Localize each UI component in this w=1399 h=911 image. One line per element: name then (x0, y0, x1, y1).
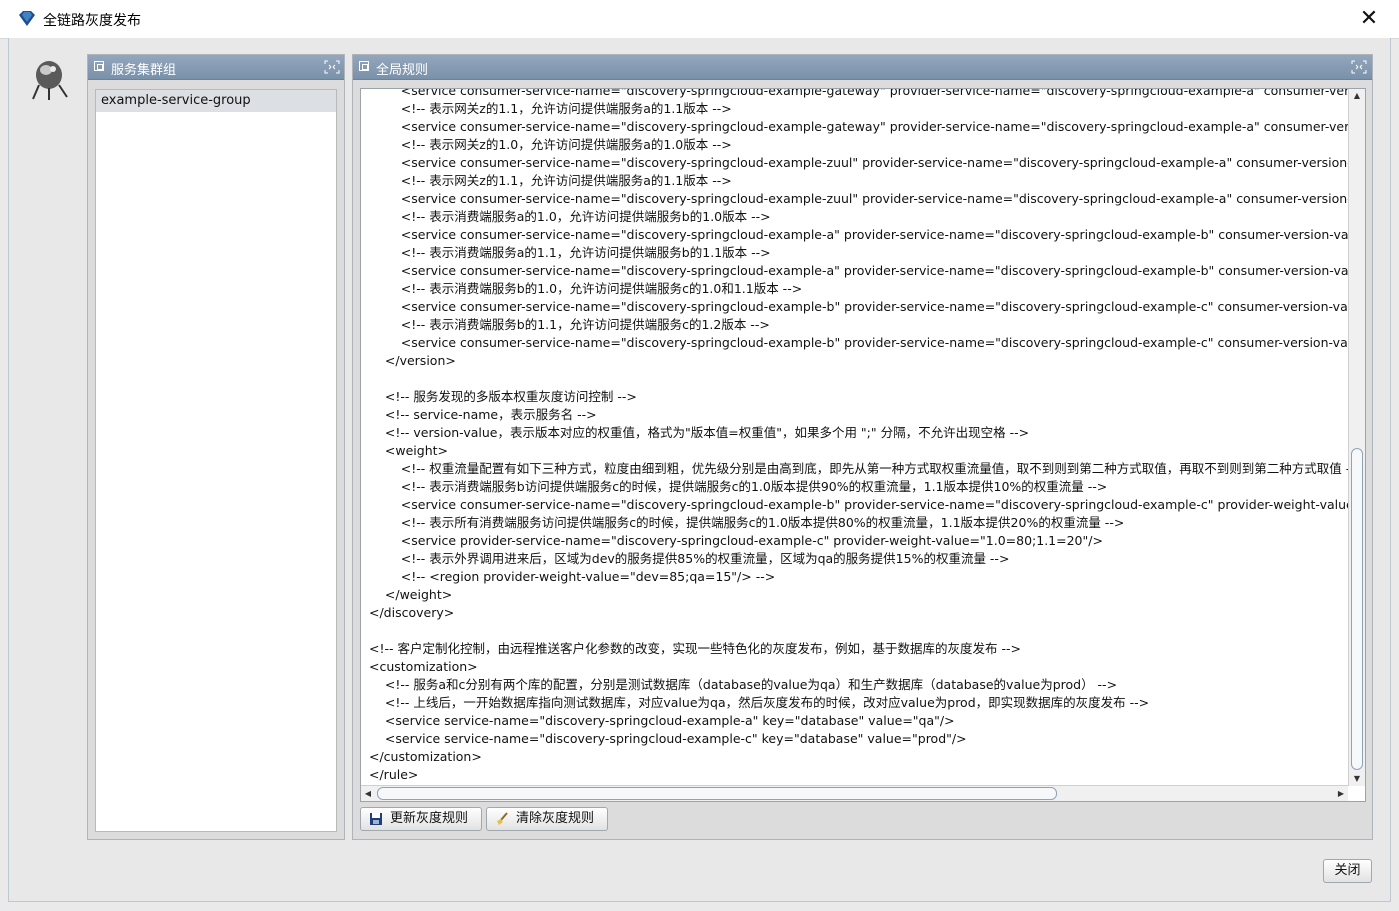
code-line: <!-- 权重流量配置有如下三种方式，粒度由细到粗，优先级分别是由高到底，即先从… (369, 461, 1348, 476)
code-line: </customization> (369, 749, 482, 764)
code-line: <service consumer-service-name="discover… (400, 263, 1348, 278)
code-line: <!-- 客户定制化控制，由远程推送客户化参数的改变，实现一些特色化的灰度发布，… (369, 641, 1021, 656)
code-line: <!-- 表示消费端服务b访问提供端服务c的时候，提供端服务c的1.0版本提供9… (369, 479, 1108, 494)
service-group-panel-header: 服务集群组 (88, 55, 344, 80)
update-rule-button[interactable]: 更新灰度规则 (360, 807, 482, 831)
close-dialog-button[interactable]: 关闭 (1323, 859, 1372, 883)
scroll-down-arrow-icon[interactable]: ▼ (1349, 772, 1365, 786)
panel-icon (359, 61, 369, 71)
broom-icon (497, 812, 508, 825)
scroll-left-arrow-icon[interactable]: ◀ (361, 786, 375, 801)
code-line: <!-- 表示网关z的1.1，允许访问提供端服务a的1.1版本 --> (369, 101, 732, 116)
diamond-logo-icon (19, 11, 35, 26)
code-line: <service service-name="discovery-springc… (369, 713, 955, 728)
code-line: </version> (369, 353, 456, 368)
scroll-right-arrow-icon[interactable]: ▶ (1334, 786, 1348, 801)
window-close-button[interactable]: ✕ (1354, 4, 1384, 34)
code-line: <service consumer-service-name="discover… (400, 119, 1348, 134)
code-line: <service consumer-service-name="discover… (400, 335, 1348, 350)
code-line: <!-- 表示消费端服务a的1.1，允许访问提供端服务b的1.1版本 --> (369, 245, 771, 260)
save-icon (370, 813, 382, 825)
service-group-panel-title: 服务集群组 (111, 63, 177, 78)
service-group-list: example-service-group (95, 89, 337, 832)
code-line: <!-- service-name，表示服务名 --> (369, 407, 597, 422)
code-line: <weight> (369, 443, 448, 458)
code-line: <!-- 服务发现的多版本权重灰度访问控制 --> (369, 389, 637, 404)
code-line: <!-- <region provider-weight-value="dev=… (369, 569, 776, 584)
rule-text-editor[interactable]: <service consumer-service-name="discover… (360, 88, 1366, 802)
title-bar: 全链路灰度发布 ✕ (0, 0, 1399, 39)
code-line: <!-- 表示所有消费端服务访问提供端服务c的时候，提供端服务c的1.0版本提供… (369, 515, 1125, 530)
vertical-scrollbar[interactable]: ▲ ▼ (1348, 89, 1365, 786)
update-rule-button-label: 更新灰度规则 (390, 811, 469, 826)
code-line: <service consumer-service-name="discover… (400, 155, 1348, 170)
panel-icon (94, 61, 104, 71)
code-line: <service service-name="discovery-springc… (369, 731, 967, 746)
code-line: <service consumer-service-name="discover… (400, 191, 1348, 206)
rule-code-lines: <service consumer-service-name="discover… (369, 89, 1348, 784)
code-line: <!-- version-value，表示版本对应的权重值，格式为"版本值=权重… (369, 425, 1030, 440)
code-line: <!-- 表示消费端服务a的1.0，允许访问提供端服务b的1.0版本 --> (369, 209, 771, 224)
code-line: <service consumer-service-name="discover… (400, 227, 1348, 242)
code-line: <!-- 表示网关z的1.0，允许访问提供端服务a的1.0版本 --> (369, 137, 732, 152)
code-line: <service consumer-service-name="discover… (400, 497, 1348, 512)
horizontal-scroll-thumb[interactable] (377, 787, 1057, 800)
rule-text-viewport[interactable]: <service consumer-service-name="discover… (361, 89, 1348, 786)
code-line: <!-- 表示外界调用进来后，区域为dev的服务提供85%的权重流量，区域为qa… (369, 551, 1010, 566)
clear-rule-button-label: 清除灰度规则 (516, 811, 595, 826)
scroll-up-arrow-icon[interactable]: ▲ (1349, 89, 1365, 103)
code-line: <!-- 表示网关z的1.1，允许访问提供端服务a的1.1版本 --> (369, 173, 732, 188)
maximize-icon[interactable] (1351, 60, 1367, 74)
horizontal-scrollbar[interactable]: ◀ ▶ (361, 785, 1348, 801)
vertical-scroll-thumb[interactable] (1351, 448, 1363, 770)
code-line: <!-- 服务a和c分别有两个库的配置，分别是测试数据库（database的va… (369, 677, 1118, 692)
global-rule-panel-header: 全局规则 (353, 55, 1372, 80)
code-line: </rule> (369, 767, 419, 782)
code-line: <!-- 表示消费端服务b的1.1，允许访问提供端服务c的1.2版本 --> (369, 317, 770, 332)
window-title: 全链路灰度发布 (43, 13, 141, 29)
code-line: <service provider-service-name="discover… (369, 533, 1103, 548)
code-line: <customization> (369, 659, 478, 674)
global-rule-panel: 全局规则 <service consumer-service-name="dis… (352, 54, 1373, 840)
code-line: </discovery> (369, 605, 455, 620)
robot-logo-icon (32, 61, 68, 100)
code-line: <service consumer-service-name="discover… (400, 299, 1348, 314)
code-line: <!-- 上线后，一开始数据库指向测试数据库，对应value为qa，然后灰度发布… (369, 695, 1150, 710)
service-group-item[interactable]: example-service-group (96, 90, 336, 112)
code-line: <service consumer-service-name="discover… (400, 89, 1348, 98)
service-group-panel: 服务集群组 example-service-group (87, 54, 345, 840)
clear-rule-button[interactable]: 清除灰度规则 (486, 807, 608, 831)
code-line: </weight> (369, 587, 453, 602)
code-line: <!-- 表示消费端服务b的1.0，允许访问提供端服务c的1.0和1.1版本 -… (369, 281, 803, 296)
global-rule-panel-title: 全局规则 (376, 63, 429, 78)
maximize-icon[interactable] (324, 60, 340, 74)
